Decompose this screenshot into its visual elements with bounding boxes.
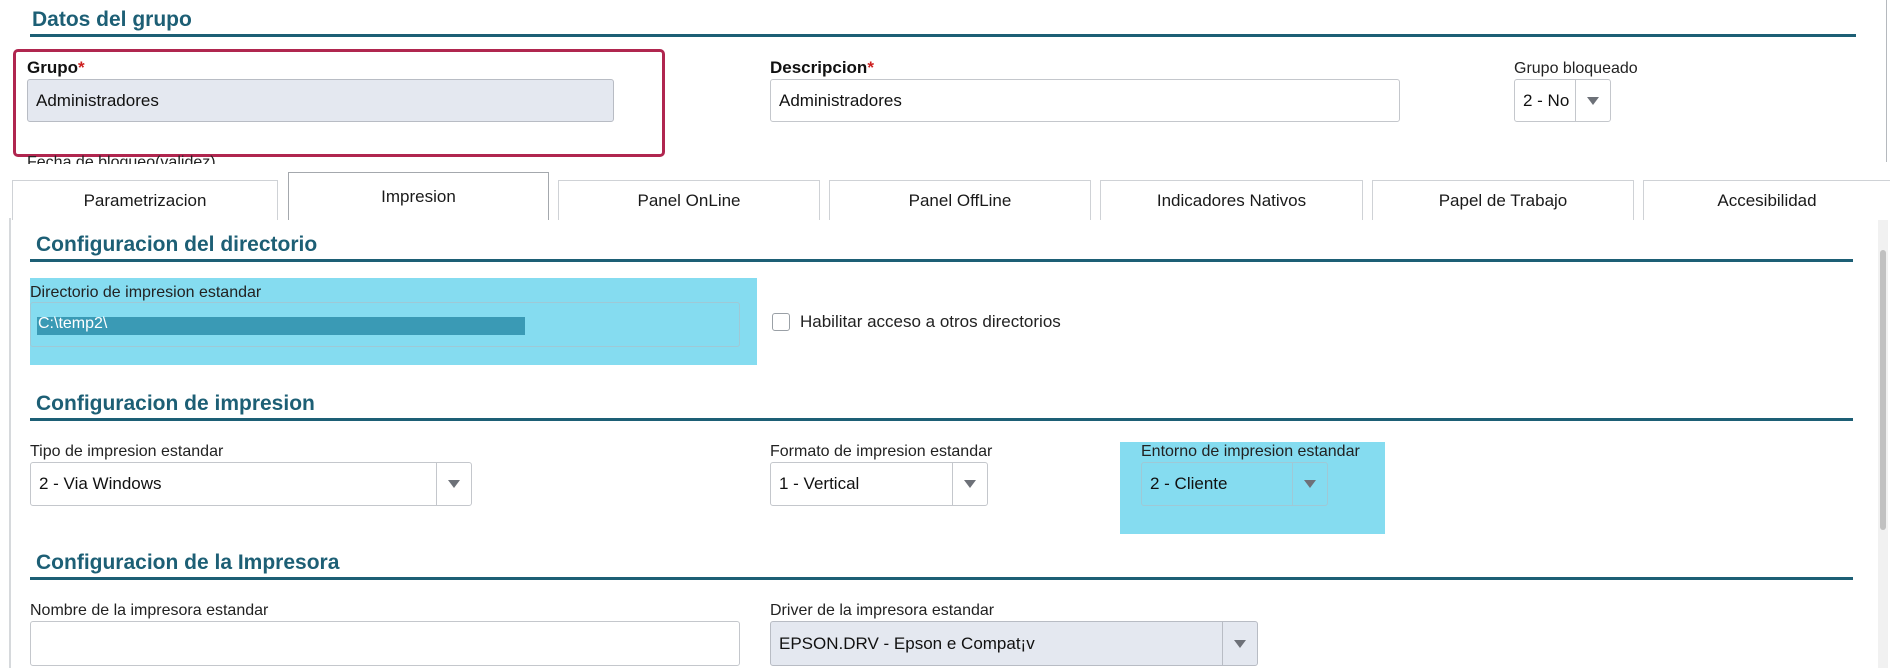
descripcion-label-text: Descripcion bbox=[770, 58, 868, 77]
chevron-down-icon[interactable] bbox=[1222, 622, 1257, 665]
tipo-impresion-label: Tipo de impresion estandar bbox=[30, 443, 224, 460]
fecha-bloqueo-label: Fecha de bloqueo(validez) bbox=[27, 154, 216, 164]
formato-impresion-value: 1 - Vertical bbox=[779, 474, 860, 493]
grupo-bloqueado-label: Grupo bloqueado bbox=[1514, 60, 1638, 77]
descripcion-label: Descripcion* bbox=[770, 58, 874, 78]
section-title-directorio: Configuracion del directorio bbox=[36, 233, 318, 256]
chevron-down-icon[interactable] bbox=[1575, 80, 1610, 121]
text-selection bbox=[37, 317, 525, 335]
tab-parametrizacion[interactable]: Parametrizacion bbox=[12, 180, 278, 220]
grupo-bloqueado-select[interactable]: 2 - No bbox=[1514, 79, 1611, 122]
grupo-bloqueado-value: 2 - No bbox=[1523, 90, 1570, 110]
chevron-down-icon[interactable] bbox=[436, 463, 471, 505]
tab-impresion[interactable]: Impresion bbox=[288, 172, 549, 220]
section-title-impresora: Configuracion de la Impresora bbox=[36, 551, 340, 574]
tipo-impresion-value: 2 - Via Windows bbox=[39, 474, 162, 493]
driver-impresora-select[interactable]: EPSON.DRV - Epson e Compat¡v bbox=[770, 621, 1258, 666]
chevron-down-icon[interactable] bbox=[1292, 463, 1327, 505]
habilitar-label[interactable]: Habilitar acceso a otros directorios bbox=[800, 312, 1061, 332]
tab-panel-online[interactable]: Panel OnLine bbox=[558, 180, 820, 220]
tab-indicadores-nativos[interactable]: Indicadores Nativos bbox=[1100, 180, 1363, 220]
panel-left-border bbox=[9, 218, 11, 668]
habilitar-checkbox[interactable] bbox=[772, 313, 790, 331]
directorio-label: Directorio de impresion estandar bbox=[30, 284, 262, 301]
driver-impresora-label: Driver de la impresora estandar bbox=[770, 602, 995, 619]
tab-papel-de-trabajo[interactable]: Papel de Trabajo bbox=[1372, 180, 1634, 220]
tab-accesibilidad[interactable]: Accesibilidad bbox=[1643, 180, 1890, 220]
descripcion-input[interactable]: Administradores bbox=[770, 79, 1400, 122]
entorno-impresion-label: Entorno de impresion estandar bbox=[1141, 443, 1360, 460]
nombre-impresora-input[interactable] bbox=[30, 621, 740, 666]
section-rule bbox=[30, 577, 1853, 580]
entorno-impresion-value: 2 - Cliente bbox=[1150, 474, 1228, 493]
top-scrollbar-edge[interactable] bbox=[1886, 0, 1887, 162]
grupo-label: Grupo* bbox=[27, 58, 85, 78]
formato-impresion-select[interactable]: 1 - Vertical bbox=[770, 462, 988, 506]
driver-impresora-value: EPSON.DRV - Epson e Compat¡v bbox=[779, 633, 1035, 653]
section-rule bbox=[30, 259, 1853, 262]
section-title-impresion: Configuracion de impresion bbox=[36, 392, 315, 415]
directorio-value: C:\temp2\ bbox=[38, 315, 108, 332]
required-mark: * bbox=[78, 58, 85, 77]
directorio-input[interactable]: C:\temp2\ bbox=[30, 302, 740, 347]
grupo-input[interactable]: Administradores bbox=[27, 79, 614, 122]
grupo-label-text: Grupo bbox=[27, 58, 78, 77]
formato-impresion-label: Formato de impresion estandar bbox=[770, 443, 993, 460]
section-title-datos-grupo: Datos del grupo bbox=[32, 8, 192, 31]
nombre-impresora-label: Nombre de la impresora estandar bbox=[30, 602, 269, 619]
entorno-impresion-select[interactable]: 2 - Cliente bbox=[1141, 462, 1328, 506]
section-rule bbox=[30, 34, 1856, 37]
tipo-impresion-select[interactable]: 2 - Via Windows bbox=[30, 462, 472, 506]
required-mark: * bbox=[867, 58, 874, 77]
tab-panel-offline[interactable]: Panel OffLine bbox=[829, 180, 1091, 220]
scrollbar-thumb[interactable] bbox=[1880, 250, 1886, 530]
chevron-down-icon[interactable] bbox=[952, 463, 987, 505]
section-rule bbox=[30, 418, 1853, 421]
